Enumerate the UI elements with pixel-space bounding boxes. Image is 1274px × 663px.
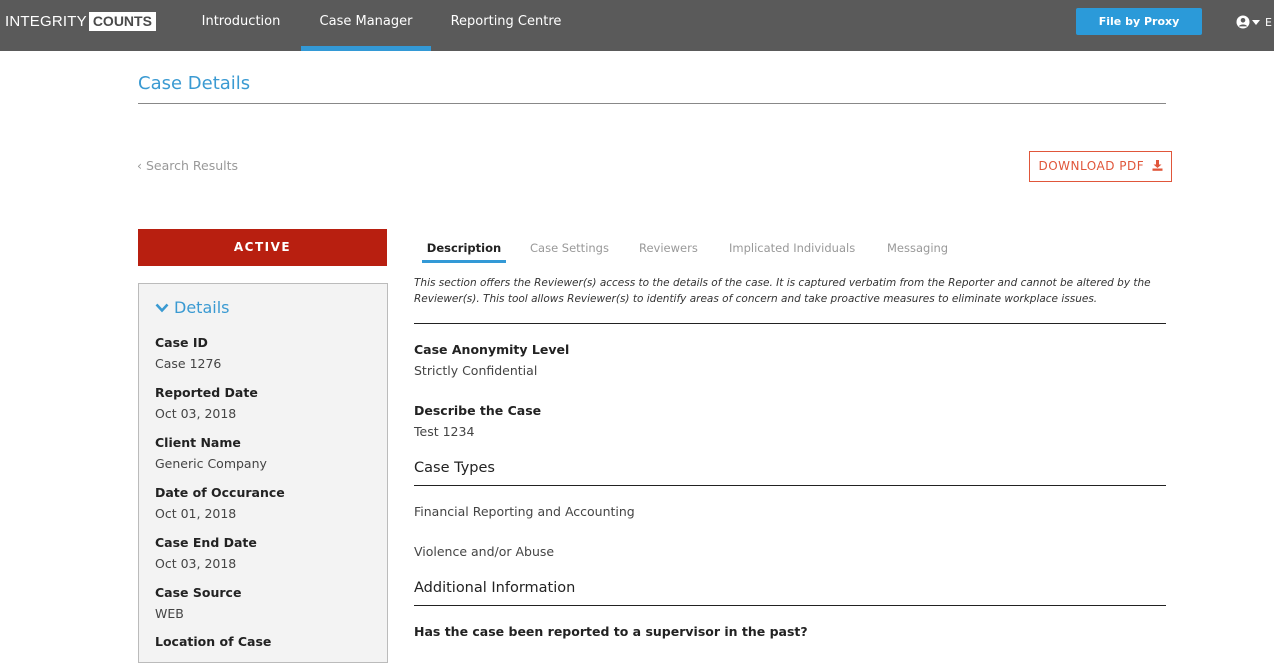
field-label-location-of-case: Location of Case [155, 634, 272, 649]
field-value-case-id: Case 1276 [155, 356, 222, 371]
description-intro-text: This section offers the Reviewer(s) acce… [414, 277, 1151, 305]
case-types-divider [414, 485, 1166, 486]
user-menu[interactable]: E [1236, 14, 1272, 30]
tab-messaging[interactable]: Messaging [887, 241, 948, 263]
case-types-heading: Case Types [414, 460, 495, 476]
additional-info-divider [414, 605, 1166, 606]
title-divider [138, 103, 1166, 104]
integrity-counts-logo[interactable]: INTEGRITY COUNTS [5, 11, 156, 31]
nav-case-manager[interactable]: Case Manager [301, 0, 431, 51]
back-link-label: Search Results [145, 158, 239, 173]
field-value-reported-date: Oct 03, 2018 [155, 406, 237, 421]
download-pdf-button[interactable]: DOWNLOAD PDF [1029, 151, 1172, 182]
tab-reviewers[interactable]: Reviewers [639, 241, 698, 263]
download-pdf-label: DOWNLOAD PDF [1038, 159, 1145, 173]
field-label-reported-date: Reported Date [155, 385, 258, 400]
nav-reporting-centre[interactable]: Reporting Centre [433, 0, 579, 51]
back-to-search-results-link[interactable]: ‹ Search Results [137, 158, 238, 173]
case-type-item: Financial Reporting and Accounting [414, 504, 635, 519]
chevron-down-icon [155, 303, 169, 312]
download-icon [1152, 160, 1162, 171]
tab-implicated-individuals[interactable]: Implicated Individuals [729, 241, 855, 263]
details-toggle[interactable]: Details [155, 298, 229, 317]
top-navigation-bar: INTEGRITY COUNTS Introduction Case Manag… [0, 0, 1274, 51]
chevron-left-icon: ‹ [137, 158, 142, 173]
intro-divider [414, 323, 1166, 324]
chevron-down-icon [1252, 19, 1260, 25]
field-label-case-end-date: Case End Date [155, 535, 257, 550]
anonymity-level-value: Strictly Confidential [414, 363, 538, 378]
supervisor-question-label: Has the case been reported to a supervis… [414, 624, 808, 639]
field-label-case-id: Case ID [155, 335, 208, 350]
details-heading: Details [174, 298, 230, 317]
additional-info-heading: Additional Information [414, 580, 576, 596]
field-value-client-name: Generic Company [155, 456, 267, 471]
field-label-date-of-occurance: Date of Occurance [155, 485, 285, 500]
tab-description[interactable]: Description [422, 241, 506, 263]
file-by-proxy-button[interactable]: File by Proxy [1076, 8, 1202, 35]
field-value-case-source: WEB [155, 606, 184, 621]
user-name-truncated: E [1265, 15, 1272, 29]
details-panel: Details Case ID Case 1276 Reported Date … [138, 283, 388, 663]
field-value-date-of-occurance: Oct 01, 2018 [155, 506, 237, 521]
describe-case-value: Test 1234 [414, 424, 475, 439]
case-status-badge: ACTIVE [138, 229, 387, 266]
field-value-case-end-date: Oct 03, 2018 [155, 556, 237, 571]
tab-case-settings[interactable]: Case Settings [530, 241, 609, 263]
field-label-case-source: Case Source [155, 585, 242, 600]
anonymity-level-label: Case Anonymity Level [414, 342, 570, 357]
describe-case-label: Describe the Case [414, 403, 542, 418]
user-circle-icon [1236, 15, 1250, 29]
logo-text-counts: COUNTS [88, 11, 156, 31]
case-type-item: Violence and/or Abuse [414, 544, 555, 559]
logo-text-integrity: INTEGRITY [5, 12, 87, 30]
page-title: Case Details [138, 73, 251, 94]
field-label-client-name: Client Name [155, 435, 241, 450]
nav-introduction[interactable]: Introduction [183, 0, 299, 51]
